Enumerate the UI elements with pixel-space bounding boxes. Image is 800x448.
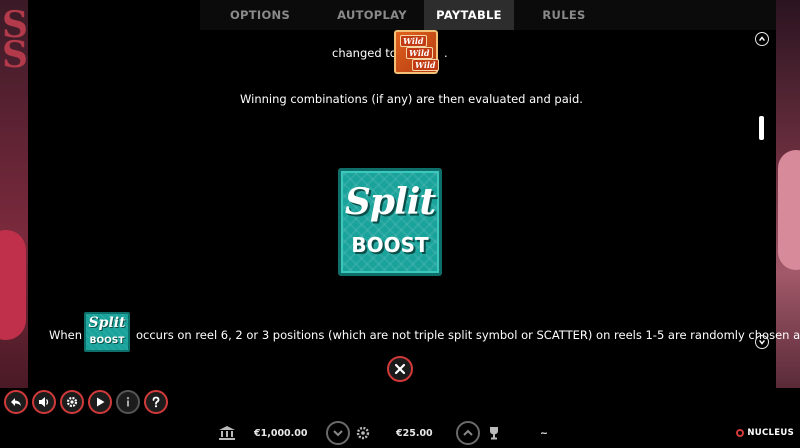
trophy-icon [490,427,498,440]
period-text: . [444,46,448,60]
when-text: When [49,328,83,342]
brand-name: NUCLEUS [747,428,794,438]
win-value: ~ [540,427,548,439]
close-icon [394,363,406,375]
split-boost-symbol-icon: Split BOOST [338,168,442,276]
nucleus-icon [736,429,745,437]
brand-logo: NUCLEUS [736,418,794,448]
back-button[interactable] [4,390,28,414]
boost-label: BOOST [89,336,125,346]
menu-tabs: OPTIONS AUTOPLAY PAYTABLE RULES [200,0,776,30]
wild-word: Wild [406,47,433,59]
sound-icon [39,397,49,407]
scrollbar-thumb[interactable] [759,116,764,141]
bet-decrease-button[interactable] [326,421,350,445]
balance-area: €1,000.00 [218,418,308,448]
settings-icon [66,396,78,408]
boost-label: BOOST [351,233,429,257]
bank-icon [219,426,235,440]
tab-rules[interactable]: RULES [514,0,614,30]
info-icon [126,397,130,407]
scroll-down-button[interactable] [755,335,769,349]
paytable-screen: SS OPTIONS AUTOPLAY PAYTABLE RULES chang… [0,0,800,448]
bet-decrease-area [326,418,370,448]
split-boost-small-icon: Split BOOST [84,312,130,352]
bet-increase-area [456,418,500,448]
changed-to-text: changed to [332,46,397,60]
sound-button[interactable] [32,390,56,414]
help-icon [152,396,160,408]
decoration [0,230,26,340]
bet-value: €25.00 [396,427,433,439]
bet-area: €25.00 [396,418,433,448]
split-label: Split [88,315,126,331]
occurs-text: occurs on reel 6, 2 or 3 positions (whic… [136,328,800,342]
chevron-up-icon [759,36,765,42]
info-button[interactable] [116,390,140,414]
scroll-up-button[interactable] [755,32,769,46]
chevron-down-icon [333,430,343,437]
wild-symbol-icon: Wild Wild Wild [394,30,439,74]
split-label: Split [344,181,436,223]
chevron-down-icon [759,339,765,345]
bet-increase-button[interactable] [456,421,480,445]
settings-button[interactable] [60,390,84,414]
control-buttons [4,390,168,416]
winning-combinations-text: Winning combinations (if any) are then e… [240,92,583,106]
tab-paytable[interactable]: PAYTABLE [424,0,514,30]
wild-word: Wild [400,35,427,47]
coins-icon [356,426,370,440]
tab-options[interactable]: OPTIONS [200,0,320,30]
logo-fragment: SS [2,4,28,76]
tab-autoplay[interactable]: AUTOPLAY [320,0,424,30]
decoration [778,150,800,270]
back-arrow-icon [11,398,21,406]
paytable-content: changed to Wild Wild Wild . Winning comb… [28,30,800,388]
play-icon [97,397,105,407]
bottom-bar: €1,000.00 €25.00 ~ NUCLEUS [0,418,800,448]
close-button[interactable] [387,356,413,382]
balance-value: €1,000.00 [254,427,308,439]
background-art-left: SS [0,0,28,388]
win-area: ~ [540,418,548,448]
chevron-up-icon [463,429,473,436]
play-button[interactable] [88,390,112,414]
help-button[interactable] [144,390,168,414]
wild-word: Wild [412,59,439,71]
